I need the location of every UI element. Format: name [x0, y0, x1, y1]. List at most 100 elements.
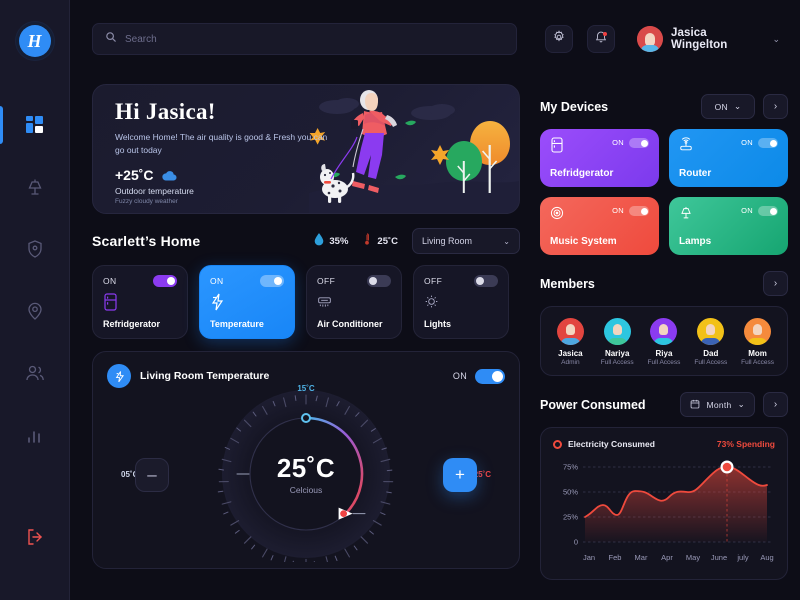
ac-icon [317, 293, 391, 313]
chart-legend: Electricity Consumed 73% Spending [553, 439, 775, 449]
x-tick-apr: Apr [661, 553, 673, 562]
temperature-metric: 25˚C [362, 233, 398, 249]
period-value: Month [706, 399, 732, 410]
member-item[interactable]: Jasica Admin [548, 318, 592, 366]
sidebar-item-devices[interactable] [0, 172, 69, 202]
people-icon [25, 363, 45, 383]
decrease-temperature-button[interactable]: – [135, 458, 169, 492]
bar-chart-icon [25, 425, 45, 445]
tile-state: ON [103, 276, 117, 286]
humidity-value: 35% [329, 235, 349, 247]
notification-badge [603, 32, 607, 36]
sidebar-item-security[interactable] [0, 234, 69, 264]
member-item[interactable]: Riya Full Access [642, 318, 686, 366]
devices-filter-value: ON [714, 101, 728, 112]
device-name: Music System [550, 236, 617, 247]
bulb-icon [424, 293, 498, 313]
dashboard-app: H Search Jasica Wingelton ⌄ Hi Jasica! W… [0, 0, 800, 600]
chevron-down-icon: ⌄ [733, 101, 742, 111]
thermostat-state-label: ON [452, 371, 467, 381]
sidebar-item-dashboard[interactable] [0, 106, 69, 144]
member-role: Full Access [741, 359, 775, 366]
member-role: Full Access [694, 359, 728, 366]
member-role: Full Access [600, 359, 634, 366]
sidebar-item-members[interactable] [0, 358, 69, 388]
sidebar-item-location[interactable] [0, 296, 69, 326]
tile-toggle[interactable] [153, 275, 177, 287]
increase-temperature-button[interactable]: + [443, 458, 477, 492]
x-tick-feb: Feb [609, 553, 622, 562]
x-tick-aug: Aug [760, 553, 773, 562]
device-tile-refridgerator[interactable]: ON Refridgerator [92, 265, 188, 339]
avatar [603, 318, 631, 345]
device-tile-air-conditioner[interactable]: OFF Air Conditioner [306, 265, 402, 339]
device-card-router[interactable]: ON Router [669, 129, 788, 187]
device-toggle[interactable] [629, 206, 649, 216]
notifications-button[interactable] [587, 25, 615, 53]
member-item[interactable]: Nariya Full Access [595, 318, 639, 366]
weather-description: Fuzzy cloudy weather [115, 198, 178, 206]
x-tick-jan: Jan [583, 553, 595, 562]
chart-legend-label: Electricity Consumed [568, 439, 655, 449]
shield-icon [25, 239, 45, 259]
members-title: Members [540, 276, 595, 291]
devices-more-button[interactable]: › [763, 94, 788, 119]
power-header: Power Consumed Month ⌄ › [540, 392, 788, 417]
vinyl-icon [550, 205, 612, 226]
search-input[interactable] [125, 33, 504, 45]
members-more-button[interactable]: › [763, 271, 788, 296]
member-name: Mom [748, 349, 767, 358]
x-tick-mar: Mar [635, 553, 648, 562]
device-tile-temperature[interactable]: ON Temperature [199, 265, 295, 339]
device-toggle[interactable] [758, 206, 778, 216]
member-name: Riya [655, 349, 673, 358]
period-dropdown[interactable]: Month ⌄ [680, 392, 755, 417]
room-selector[interactable]: Living Room ⌄ [412, 228, 520, 254]
tile-name: Refridgerator [103, 319, 161, 329]
member-item[interactable]: Dad Full Access [689, 318, 733, 366]
device-toggle[interactable] [758, 138, 778, 148]
member-role: Admin [561, 359, 580, 366]
x-tick-july: july [736, 553, 749, 562]
x-tick-june: June [711, 553, 727, 562]
avatar [650, 318, 678, 345]
member-item[interactable]: Mom Full Access [736, 318, 780, 366]
device-card-music-system[interactable]: ON Music System [540, 197, 659, 255]
thermostat-dial[interactable]: 25˚C Celcious 15˚C 05˚C 25˚C – + [93, 382, 519, 562]
sidebar-item-logout[interactable] [0, 522, 69, 552]
tile-name: Temperature [210, 319, 264, 329]
right-panel: My Devices ON ⌄ › ON Refridgerator ON Ro… [540, 94, 788, 580]
device-tile-lights[interactable]: OFF Lights [413, 265, 509, 339]
dial-value: 25˚C [276, 453, 336, 483]
dial-readout: 25˚C Celcious [246, 453, 366, 495]
device-card-lamps[interactable]: ON Lamps [669, 197, 788, 255]
y-tick-75: 75% [563, 463, 578, 472]
tile-toggle[interactable] [474, 275, 498, 287]
device-toggle[interactable] [629, 138, 649, 148]
power-more-button[interactable]: › [763, 392, 788, 417]
search-bar[interactable] [92, 23, 517, 55]
tile-toggle[interactable] [367, 275, 391, 287]
settings-button[interactable] [545, 25, 573, 53]
device-card-refridgerator[interactable]: ON Refridgerator [540, 129, 659, 187]
fridge-icon [103, 293, 177, 313]
electricity-consumed-chart: 75% 50% 25% 0 Jan Feb Mar Apr May June j… [563, 460, 774, 562]
device-state: ON [612, 138, 624, 147]
chevron-down-icon: ⌄ [772, 33, 780, 44]
user-menu[interactable]: Jasica Wingelton ⌄ [637, 26, 780, 52]
devices-header: My Devices ON ⌄ › [540, 94, 788, 119]
avatar [637, 26, 663, 52]
app-logo[interactable]: H [15, 22, 54, 60]
temperature-value: 25˚C [377, 235, 398, 247]
tile-name: Lights [424, 319, 451, 329]
tile-state: OFF [424, 276, 443, 286]
tile-state: OFF [317, 276, 336, 286]
tile-toggle[interactable] [260, 275, 284, 287]
y-tick-25: 25% [563, 513, 578, 522]
avatar [744, 318, 772, 345]
lamp-icon [25, 177, 45, 197]
sidebar-item-statistics[interactable] [0, 420, 69, 450]
dial-unit: Celcious [289, 485, 323, 495]
x-tick-may: May [686, 553, 700, 562]
devices-filter-dropdown[interactable]: ON ⌄ [701, 94, 755, 119]
